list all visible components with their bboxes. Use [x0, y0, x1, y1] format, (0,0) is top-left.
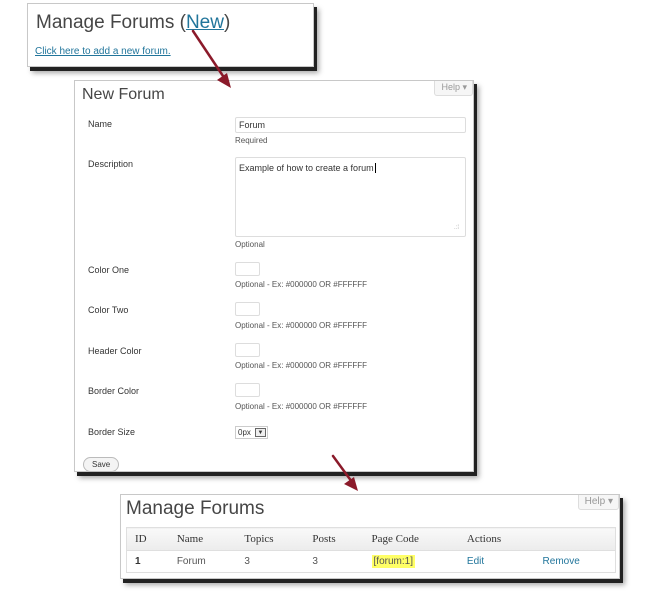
table-header-row: ID Name Topics Posts Page Code Actions — [126, 527, 616, 551]
border-color-label: Border Color — [88, 386, 140, 396]
description-label: Description — [88, 159, 134, 169]
edit-link[interactable]: Edit — [467, 556, 484, 567]
header-color-note: Optional - Ex: #000000 OR #FFFFFF — [235, 361, 368, 370]
cell-id: 1 — [135, 556, 141, 567]
color-one-input[interactable] — [235, 262, 260, 276]
page-title-suffix: ) — [223, 12, 231, 33]
border-size-value: 0px — [238, 428, 251, 437]
cell-remove: Remove — [535, 551, 616, 573]
add-new-forum-link[interactable]: Click here to add a new forum. — [35, 46, 171, 57]
remove-link[interactable]: Remove — [543, 556, 580, 567]
page-code-value[interactable]: [forum:1] — [371, 555, 415, 568]
column-header-name: Name — [168, 527, 237, 551]
new-forum-link[interactable]: New — [186, 12, 224, 33]
cell-page-code: [forum:1] — [364, 551, 459, 573]
cell-name: Forum — [176, 556, 206, 567]
name-label: Name — [88, 119, 113, 129]
dropdown-arrow-icon[interactable]: ▼ — [255, 428, 266, 437]
page-title-prefix: Manage Forums ( — [36, 12, 186, 33]
color-two-label: Color Two — [88, 305, 129, 315]
color-one-label: Color One — [88, 265, 130, 275]
header-color-input[interactable] — [235, 343, 260, 357]
color-two-input[interactable] — [235, 302, 260, 316]
help-tab-button[interactable]: Help ▾ — [434, 81, 473, 96]
column-header-actions: Actions — [458, 527, 535, 551]
manage-forums-title: Manage Forums — [126, 498, 265, 519]
color-one-note: Optional - Ex: #000000 OR #FFFFFF — [235, 280, 368, 289]
page-title: Manage Forums (New) — [36, 12, 230, 34]
color-two-note: Optional - Ex: #000000 OR #FFFFFF — [235, 321, 368, 330]
cell-edit: Edit — [459, 551, 535, 573]
cell-topics: 3 — [244, 556, 250, 567]
save-button[interactable]: Save — [83, 457, 120, 472]
text-cursor — [374, 163, 376, 173]
name-note: Required — [235, 136, 268, 145]
manage-forums-panel: Manage Forums Help ▾ ID Name Topics Post… — [120, 494, 620, 579]
header-color-label: Header Color — [88, 346, 142, 356]
column-header-topics: Topics — [236, 527, 305, 551]
column-header-page-code: Page Code — [363, 527, 459, 551]
forums-table: ID Name Topics Posts Page Code Actions 1… — [126, 527, 616, 573]
column-header-extra — [534, 527, 616, 551]
help-tab-button-2[interactable]: Help ▾ — [577, 495, 619, 510]
border-color-note: Optional - Ex: #000000 OR #FFFFFF — [235, 402, 368, 411]
new-forum-title: New Forum — [82, 86, 165, 103]
column-header-id: ID — [126, 527, 169, 551]
table-row: 1 Forum 3 3 [forum:1] Edit Remove — [127, 551, 616, 573]
description-note: Optional — [235, 240, 265, 249]
border-size-select[interactable]: 0px ▼ — [235, 426, 268, 439]
new-forum-panel: New Forum Help ▾ Name Forum Required Des… — [74, 80, 474, 472]
column-header-posts: Posts — [304, 527, 364, 551]
description-value: Example of how to create a forum — [239, 163, 374, 173]
description-textarea[interactable]: Example of how to create a forum .:⁞ — [235, 157, 466, 237]
border-size-label: Border Size — [88, 427, 136, 437]
cell-posts: 3 — [312, 556, 318, 567]
border-color-input[interactable] — [235, 383, 260, 397]
resize-grip-icon[interactable]: .:⁞ — [454, 225, 459, 231]
name-field[interactable]: Forum — [235, 117, 466, 133]
manage-forums-header-panel: Manage Forums (New) Click here to add a … — [27, 3, 314, 67]
